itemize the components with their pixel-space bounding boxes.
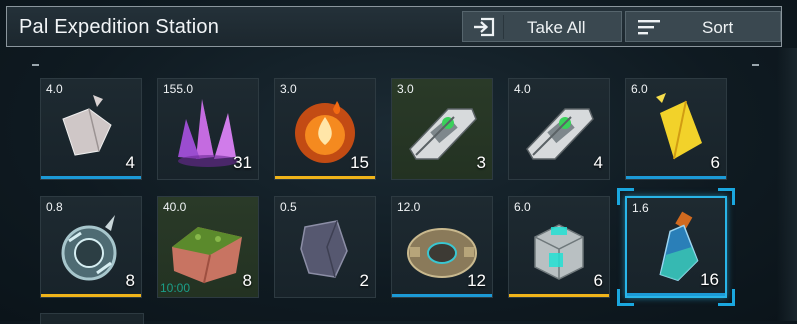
- item-quantity: 8: [125, 271, 135, 290]
- item-slot[interactable]: 12.0 12: [391, 196, 493, 298]
- item-quantity: 6: [593, 271, 603, 290]
- item-quantity: 4: [125, 153, 135, 172]
- item-weight: 4.0: [46, 82, 63, 96]
- item-quantity: 4: [593, 153, 603, 172]
- sort-button[interactable]: Sort: [625, 11, 781, 42]
- item-weight: 3.0: [397, 82, 414, 96]
- panel-edge-fade: [777, 48, 797, 321]
- selection-corner: [718, 188, 735, 205]
- item-quantity: 6: [710, 153, 720, 172]
- item-weight: 0.5: [280, 200, 297, 214]
- item-slot[interactable]: 3.0 15: [274, 78, 376, 180]
- partial-item-slot[interactable]: [40, 313, 144, 324]
- item-weight: 3.0: [280, 82, 297, 96]
- item-slot[interactable]: 40.0 8 10:00: [157, 196, 259, 298]
- station-header: Pal Expedition Station Take All Sort: [6, 6, 782, 47]
- selection-corner: [617, 289, 634, 306]
- station-title: Pal Expedition Station: [19, 16, 220, 38]
- selection-corner: [718, 289, 735, 306]
- item-slot[interactable]: 0.5 2: [274, 196, 376, 298]
- item-quantity: 2: [359, 271, 369, 290]
- item-quantity: 16: [700, 270, 719, 289]
- item-slot[interactable]: 4.0 4: [508, 78, 610, 180]
- rarity-bar: [627, 293, 725, 296]
- item-slot[interactable]: 1.6 16: [617, 188, 735, 306]
- item-quantity: 8: [242, 271, 252, 290]
- rarity-bar: [275, 176, 375, 179]
- item-weight: 0.8: [46, 200, 63, 214]
- take-all-label: Take All: [527, 18, 586, 37]
- item-weight: 40.0: [163, 200, 187, 214]
- item-slot[interactable]: 0.8 8: [40, 196, 142, 298]
- item-quantity: 31: [233, 153, 252, 172]
- item-weight: 6.0: [514, 200, 531, 214]
- item-weight: 155.0: [163, 82, 194, 96]
- selection-corner: [617, 188, 634, 205]
- sort-label: Sort: [702, 18, 734, 37]
- item-weight: 12.0: [397, 200, 421, 214]
- item-slot[interactable]: 3.0 3: [391, 78, 493, 180]
- decorative-dash: [32, 64, 39, 66]
- item-weight: 6.0: [631, 82, 648, 96]
- item-quantity: 3: [476, 153, 486, 172]
- item-slot[interactable]: 155.0 31: [157, 78, 259, 180]
- item-slot[interactable]: 6.0 6: [625, 78, 727, 180]
- item-weight: 1.6: [632, 201, 649, 215]
- rarity-bar: [41, 176, 141, 179]
- decorative-dash: [752, 64, 759, 66]
- item-quantity: 12: [467, 271, 486, 290]
- rarity-bar: [392, 294, 492, 297]
- rarity-bar: [509, 294, 609, 297]
- button-divider: [503, 15, 504, 39]
- rarity-bar: [41, 294, 141, 297]
- item-quantity: 15: [350, 153, 369, 172]
- item-weight: 4.0: [514, 82, 531, 96]
- rarity-bar: [626, 176, 726, 179]
- take-all-button[interactable]: Take All: [462, 11, 622, 42]
- item-slot[interactable]: 6.0 6: [508, 196, 610, 298]
- sort-icon: [638, 20, 660, 35]
- item-slot[interactable]: 4.0 4: [40, 78, 142, 180]
- take-all-icon: [474, 17, 495, 37]
- item-timer: 10:00: [160, 281, 191, 295]
